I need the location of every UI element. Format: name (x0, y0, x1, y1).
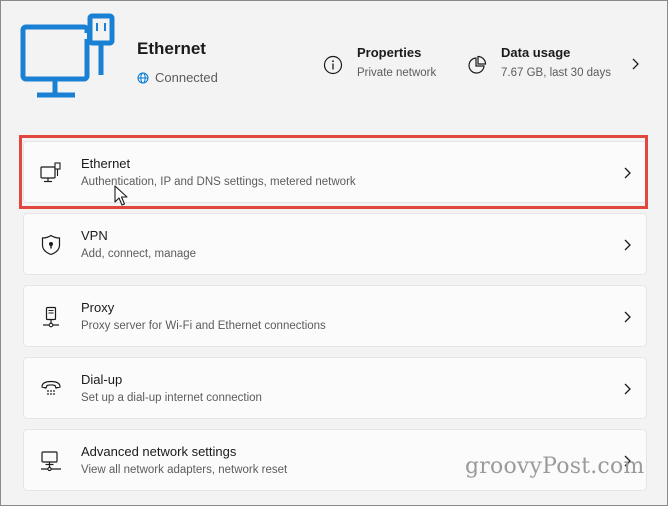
header: Ethernet Connected Properties Private ne… (1, 1, 667, 119)
chevron-right-icon[interactable] (629, 57, 641, 71)
settings-item-dial-up[interactable]: Dial-up Set up a dial-up internet connec… (23, 357, 647, 419)
data-usage-value: 7.67 GB, last 30 days (501, 67, 611, 79)
settings-item-description: Proxy server for Wi-Fi and Ethernet conn… (81, 320, 326, 332)
settings-item-description: Add, connect, manage (81, 248, 197, 260)
mouse-pointer-icon (114, 185, 128, 206)
page-title: Ethernet (137, 39, 206, 58)
data-usage-button[interactable]: Data usage 7.67 GB, last 30 days (467, 45, 611, 79)
proxy-icon (43, 306, 59, 328)
watermark: groovyPost.com (465, 454, 645, 479)
settings-item-label: Dial-up (81, 372, 123, 387)
info-icon (323, 55, 343, 75)
data-usage-label: Data usage (501, 45, 571, 60)
chevron-right-icon (624, 383, 631, 395)
settings-item-vpn[interactable]: VPN Add, connect, manage (23, 213, 647, 275)
globe-icon (137, 72, 149, 83)
settings-item-label: VPN (81, 228, 108, 243)
settings-item-description: Set up a dial-up internet connection (81, 392, 262, 404)
properties-button[interactable]: Properties Private network (323, 45, 436, 79)
chevron-right-icon (624, 311, 631, 323)
settings-item-label: Proxy (81, 300, 115, 315)
status-text: Connected (155, 70, 218, 85)
phone-icon (41, 380, 61, 395)
settings-item-proxy[interactable]: Proxy Proxy server for Wi-Fi and Etherne… (23, 285, 647, 347)
settings-item-description: View all network adapters, network reset (81, 464, 288, 476)
ethernet-monitor-icon (20, 13, 115, 98)
settings-item-label: Advanced network settings (81, 444, 237, 459)
properties-label: Properties (357, 45, 422, 60)
pie-chart-icon (468, 55, 487, 74)
chevron-right-icon (624, 239, 631, 251)
network-adapter-icon (41, 451, 61, 472)
properties-value: Private network (357, 67, 437, 79)
shield-icon (41, 234, 61, 256)
connection-status: Connected (137, 70, 218, 85)
